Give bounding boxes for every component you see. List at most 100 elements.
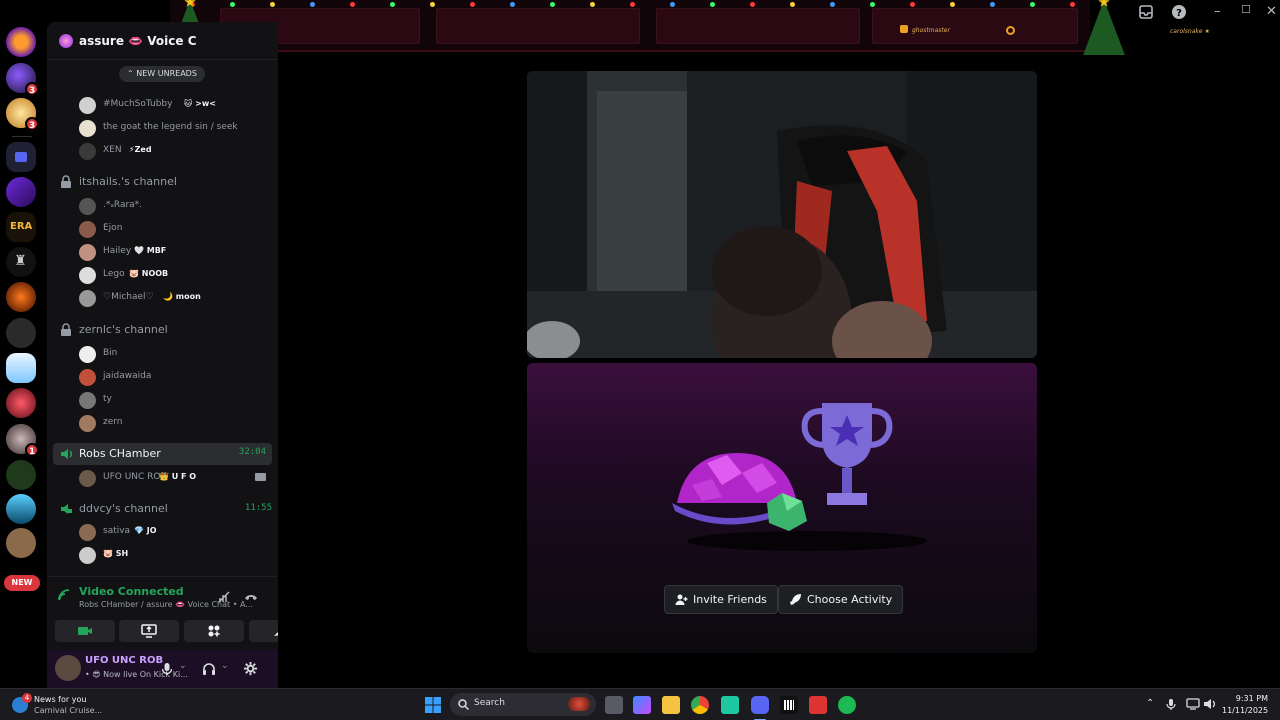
clock-date[interactable]: 11/11/2025 — [1222, 706, 1268, 715]
avatar — [79, 392, 96, 409]
avatar — [79, 198, 96, 215]
voice-member[interactable]: the goat the legend sin / seek — [79, 118, 274, 138]
voice-member[interactable]: Lego 🐷 NOOB — [79, 265, 274, 285]
server-icon[interactable]: ♜ — [6, 247, 36, 277]
voice-member[interactable]: .*ₐRara*. — [79, 196, 274, 216]
voice-member[interactable]: jaidawaida — [79, 367, 274, 387]
server-icon[interactable]: 1 — [6, 424, 39, 457]
server-icon[interactable]: 3 — [6, 63, 39, 96]
christmas-tree-icon — [1082, 0, 1126, 58]
channel-name: Robs CHamber — [79, 447, 161, 460]
rocket-icon — [790, 594, 801, 605]
network-icon[interactable] — [1186, 698, 1200, 710]
user-avatar[interactable] — [55, 655, 81, 681]
server-icon[interactable]: ERA — [6, 212, 36, 242]
headphones-icon[interactable] — [202, 662, 216, 676]
avatar — [79, 244, 96, 261]
news-count-badge: 4 — [22, 693, 32, 703]
member-tag: 👑 U F O — [159, 472, 197, 481]
inbox-icon[interactable] — [1138, 4, 1154, 20]
voice-channel-ddvcy[interactable]: ddvcy's channel 11:55 — [47, 499, 278, 519]
server-icon[interactable] — [6, 353, 36, 383]
speaker-lock-icon — [61, 504, 72, 514]
server-icon[interactable] — [6, 318, 36, 348]
member-name: UFO UNC ROB — [103, 472, 167, 482]
audio-options-chevron-icon[interactable]: ⌄ — [221, 661, 229, 671]
tray-microphone-icon[interactable] — [1166, 698, 1176, 711]
task-view-icon[interactable] — [605, 696, 623, 714]
minimize-icon[interactable]: – — [1214, 4, 1221, 19]
avatar — [79, 524, 96, 541]
settings-gear-icon[interactable] — [243, 661, 258, 676]
server-icon[interactable] — [6, 528, 36, 558]
voice-channel-robs-chamber[interactable]: Robs CHamber 32:04 — [53, 443, 272, 465]
voice-member[interactable]: Bin — [79, 344, 274, 364]
messenger-app-icon[interactable] — [721, 696, 739, 714]
member-name: sativa — [103, 526, 131, 536]
news-widget[interactable]: 4 News for you Carnival Cruise... — [12, 693, 112, 717]
voice-member[interactable]: ty — [79, 390, 274, 410]
server-icon[interactable] — [6, 177, 36, 207]
voice-member[interactable]: 🐷 SH — [79, 545, 274, 565]
voice-member[interactable]: #MuchSoTubby 🐱 >w< — [79, 95, 274, 115]
coin-icon — [1006, 26, 1015, 35]
lock-icon — [61, 323, 71, 336]
close-icon[interactable]: ✕ — [1266, 4, 1277, 19]
server-icon[interactable] — [6, 460, 36, 490]
voice-member[interactable]: XEN ⚡Zed — [79, 141, 274, 161]
server-boost-icon — [59, 34, 73, 48]
new-unreads-pill[interactable]: ⌃ NEW UNREADS — [119, 66, 205, 82]
camera-button[interactable] — [55, 620, 115, 642]
help-icon[interactable]: ? — [1171, 4, 1187, 20]
invite-friends-button[interactable]: Invite Friends — [664, 585, 778, 614]
spotify-icon[interactable] — [838, 696, 856, 714]
new-servers-pill[interactable]: NEW — [4, 575, 40, 591]
screenshare-button[interactable] — [119, 620, 179, 642]
clock-time[interactable]: 9:31 PM — [1222, 694, 1268, 703]
banner-slot — [436, 8, 640, 44]
voice-connection-panel: Video Connected Robs CHamber / assure 👄 … — [47, 576, 278, 648]
voice-member[interactable]: Ejon — [79, 219, 274, 239]
server-icon[interactable] — [6, 282, 36, 312]
discord-icon[interactable] — [751, 696, 769, 714]
microphone-icon[interactable] — [161, 662, 173, 676]
activities-button[interactable] — [184, 620, 244, 642]
server-icon[interactable] — [6, 27, 36, 57]
file-explorer-icon[interactable] — [662, 696, 680, 714]
voice-channel-itshails[interactable]: itshails.'s channel — [47, 172, 278, 192]
voice-channel-zernlc[interactable]: zernlc's channel — [47, 320, 278, 340]
audio-app-icon[interactable] — [780, 696, 798, 714]
maximize-icon[interactable]: ☐ — [1241, 3, 1251, 16]
noise-suppression-icon[interactable] — [217, 590, 231, 604]
choose-activity-button[interactable]: Choose Activity — [778, 585, 904, 614]
invite-friends-label: Invite Friends — [693, 593, 767, 606]
server-icon[interactable]: 3 — [6, 98, 39, 131]
username[interactable]: UFO UNC ROB — [85, 655, 163, 666]
voice-member[interactable]: zern — [79, 413, 274, 433]
chrome-icon[interactable] — [691, 696, 709, 714]
voice-member[interactable]: sativa 💎 JO — [79, 522, 274, 542]
taskbar-search[interactable]: Search — [450, 693, 596, 716]
copilot-icon[interactable] — [633, 696, 651, 714]
server-header[interactable]: assure 👄 Voice C — [47, 22, 278, 60]
disconnect-icon[interactable] — [244, 590, 258, 604]
decorative-banner: ghostmaster — [170, 0, 1090, 52]
avatar — [79, 369, 96, 386]
voice-member[interactable]: Hailey 🤍 MBF — [79, 242, 274, 262]
streaming-app-icon[interactable] — [809, 696, 827, 714]
windows-start-icon[interactable] — [425, 697, 441, 713]
member-tag: ⚡Zed — [129, 145, 152, 154]
voice-member[interactable]: ♡Michael♡ 🌙 moon — [79, 288, 274, 308]
signal-icon[interactable] — [57, 588, 71, 602]
volume-icon[interactable] — [1203, 698, 1217, 710]
server-icon[interactable] — [6, 494, 36, 524]
server-icon[interactable] — [6, 388, 36, 418]
video-stream-tile[interactable] — [527, 71, 1037, 358]
member-name: ty — [103, 394, 112, 404]
channel-name: ddvcy's channel — [79, 502, 168, 515]
folder-icon[interactable] — [6, 142, 36, 172]
soundboard-button[interactable] — [249, 620, 278, 642]
tray-overflow-chevron-icon[interactable]: ⌃ — [1146, 698, 1154, 709]
mic-options-chevron-icon[interactable]: ⌄ — [179, 661, 187, 671]
voice-member[interactable]: UFO UNC ROB 👑 U F O — [79, 468, 274, 488]
